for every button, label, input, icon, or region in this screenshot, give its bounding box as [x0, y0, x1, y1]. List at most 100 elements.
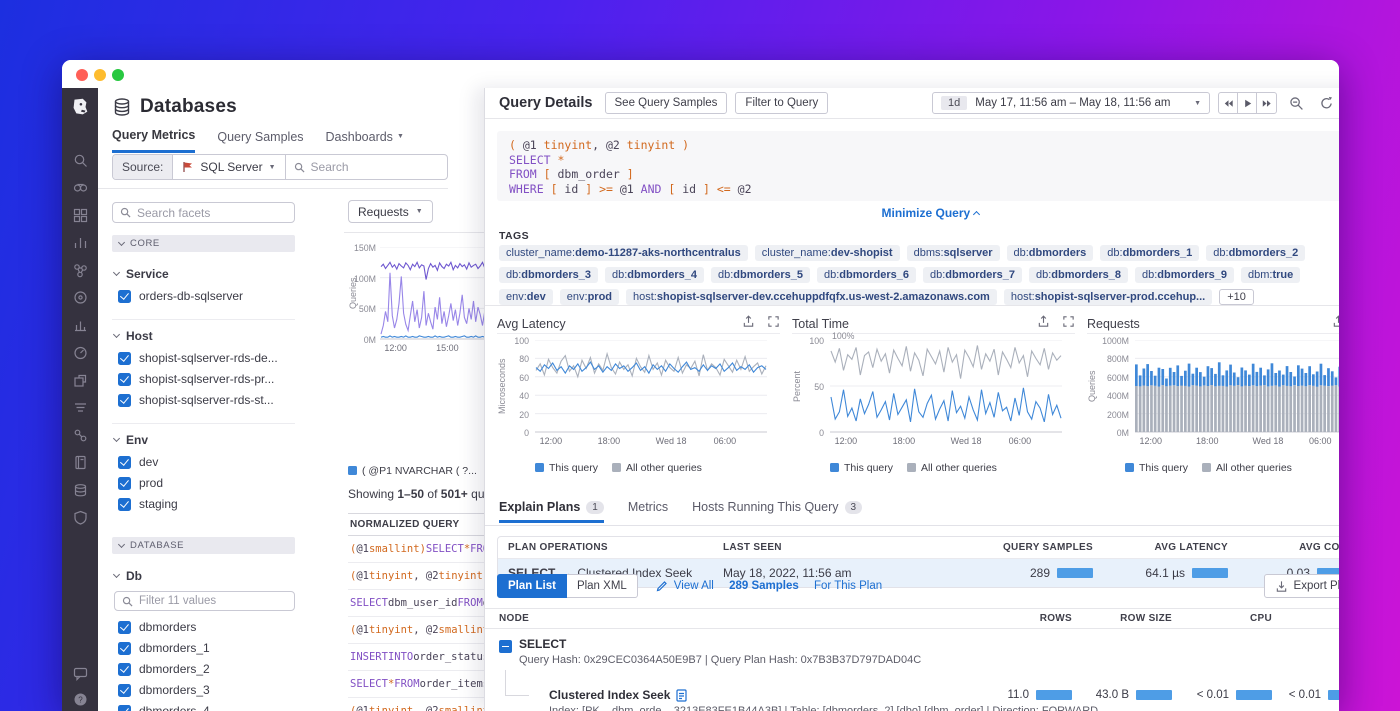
tag[interactable]: db:dbmorders_6 [817, 267, 916, 283]
see-query-samples-button[interactable]: See Query Samples [605, 92, 728, 114]
search-icon[interactable] [72, 152, 88, 168]
plan-node-select[interactable]: SELECT Query Hash: 0x29CEC0364A50E9B7 | … [499, 637, 921, 666]
checkbox-checked[interactable] [118, 498, 131, 511]
tag[interactable]: db:dbmorders [1007, 245, 1094, 261]
query-row[interactable]: INSERT INTO order_status_his [348, 644, 484, 671]
logs-icon[interactable] [72, 400, 88, 416]
query-row[interactable]: ( @1 tinyint, @2 smallint ) [348, 617, 484, 644]
facet-value-row[interactable]: shopist-sqlserver-rds-st... [118, 393, 295, 407]
checkbox-checked[interactable] [118, 642, 131, 655]
ci-cd-icon[interactable] [72, 427, 88, 443]
tab-query-metrics[interactable]: Query Metrics [112, 128, 195, 153]
facet-title[interactable]: Db [114, 569, 295, 583]
minimize-query-link[interactable]: Minimize Query [485, 206, 1339, 220]
checkbox-checked[interactable] [118, 663, 131, 676]
minimize-window-button[interactable] [94, 69, 106, 81]
facet-value-row[interactable]: dbmorders_2 [118, 662, 295, 676]
legend-item[interactable]: All other queries [907, 462, 997, 474]
facet-value-row[interactable]: dbmorders_1 [118, 641, 295, 655]
tag[interactable]: dbm:true [1241, 267, 1300, 283]
checkbox-checked[interactable] [118, 684, 131, 697]
tag[interactable]: db:dbmorders_2 [1206, 245, 1305, 261]
tab-explain-plans[interactable]: Explain Plans1 [499, 500, 604, 523]
tab-dashboards[interactable]: Dashboards▼ [326, 128, 404, 153]
tag[interactable]: env:prod [560, 289, 619, 305]
facet-value-row[interactable]: staging [118, 497, 295, 511]
tag[interactable]: host:shopist-sqlserver-dev.ccehuppdfqfx.… [626, 289, 997, 305]
tag[interactable]: db:dbmorders_8 [1029, 267, 1128, 283]
legend-item[interactable]: This query [535, 462, 598, 474]
checkbox-checked[interactable] [118, 352, 131, 365]
query-row[interactable]: SELECT dbm_user_id FROM dbm [348, 590, 484, 617]
expand-icon[interactable] [1062, 315, 1075, 333]
tag[interactable]: db:dbmorders_4 [605, 267, 704, 283]
synthetics-icon[interactable] [72, 290, 88, 306]
facet-group-core[interactable]: CORE [112, 235, 295, 252]
expand-icon[interactable] [767, 315, 780, 333]
source-dropdown[interactable]: SQL Server▼ [173, 155, 285, 179]
checkbox-checked[interactable] [118, 621, 131, 634]
query-row[interactable]: ( @1 tinyint, @2 smallint ) [348, 698, 484, 711]
tab-metrics[interactable]: Metrics [628, 500, 668, 520]
export-icon[interactable] [1037, 315, 1050, 333]
plan-list-button[interactable]: Plan List [497, 574, 567, 598]
filter-to-query-button[interactable]: Filter to Query [735, 92, 828, 114]
tag[interactable]: cluster_name:dev-shopist [755, 245, 900, 261]
facet-value-row[interactable]: shopist-sqlserver-rds-de... [118, 351, 295, 365]
plan-xml-button[interactable]: Plan XML [567, 574, 638, 598]
watchdog-icon[interactable] [72, 180, 88, 196]
facet-value-row[interactable]: dbmorders_4 [118, 704, 295, 711]
database-monitoring-icon[interactable] [72, 482, 88, 498]
tag[interactable]: db:dbmorders_1 [1100, 245, 1199, 261]
refresh-icon[interactable] [1315, 92, 1337, 114]
checkbox-checked[interactable] [118, 373, 131, 386]
time-forward-button[interactable] [1257, 93, 1276, 113]
legend-item[interactable]: All other queries [612, 462, 702, 474]
collapse-node-icon[interactable] [499, 640, 512, 653]
tag[interactable]: db:dbmorders_7 [923, 267, 1022, 283]
tag[interactable]: db:dbmorders_9 [1135, 267, 1234, 283]
notebooks-icon[interactable] [72, 455, 88, 471]
facet-value-row[interactable]: orders-db-sqlserver [118, 289, 295, 303]
export-icon[interactable] [1332, 315, 1339, 333]
query-row[interactable]: SELECT * FROM order_items [348, 671, 484, 698]
zoom-out-icon[interactable] [1285, 92, 1307, 114]
checkbox-checked[interactable] [118, 456, 131, 469]
query-row[interactable]: ( @1 tinyint, @2 tinyint ) [348, 563, 484, 590]
tag[interactable]: host:shopist-sqlserver-prod.ccehup... [1004, 289, 1212, 305]
legend-item[interactable]: This query [1125, 462, 1188, 474]
checkbox-checked[interactable] [118, 477, 131, 490]
export-icon[interactable] [742, 315, 755, 333]
view-all-samples-link[interactable]: View All 289 Samples For This Plan [656, 580, 882, 592]
facet-value-row[interactable]: dbmorders_3 [118, 683, 295, 697]
close-window-button[interactable] [76, 69, 88, 81]
legend-item[interactable]: ( @P1 NVARCHAR ( ?... [348, 465, 477, 477]
facet-title[interactable]: Env [114, 433, 295, 447]
datadog-logo[interactable] [69, 96, 91, 118]
checkbox-checked[interactable] [118, 290, 131, 303]
apm-icon[interactable] [72, 345, 88, 361]
query-search-input[interactable]: Search [286, 155, 447, 179]
checkbox-checked[interactable] [118, 705, 131, 711]
plan-node-seek[interactable]: Clustered Index Seek 11.0 43.0 B < 0.01 … [549, 688, 1339, 711]
time-play-button[interactable] [1238, 93, 1257, 113]
metrics-icon[interactable] [72, 235, 88, 251]
security-icon[interactable] [72, 510, 88, 526]
tab-query-samples[interactable]: Query Samples [217, 128, 303, 153]
time-range-picker[interactable]: 1d May 17, 11:56 am – May 18, 11:56 am ▼ [932, 92, 1210, 114]
tab-hosts-running[interactable]: Hosts Running This Query3 [692, 500, 862, 520]
facet-value-row[interactable]: dev [118, 455, 295, 469]
more-tags-chip[interactable]: +10 [1219, 289, 1254, 305]
export-plan-button[interactable]: Export Plan [1264, 574, 1339, 598]
monitors-icon[interactable] [72, 317, 88, 333]
zoom-window-button[interactable] [112, 69, 124, 81]
time-back-button[interactable] [1219, 93, 1238, 113]
facet-value-row[interactable]: prod [118, 476, 295, 490]
checkbox-checked[interactable] [118, 394, 131, 407]
tag[interactable]: dbms:sqlserver [907, 245, 1000, 261]
facet-value-row[interactable]: shopist-sqlserver-rds-pr... [118, 372, 295, 386]
tag[interactable]: db:dbmorders_5 [711, 267, 810, 283]
legend-item[interactable]: This query [830, 462, 893, 474]
facet-group-database[interactable]: DATABASE [112, 537, 295, 554]
facet-search-input[interactable]: Search facets [112, 202, 295, 223]
